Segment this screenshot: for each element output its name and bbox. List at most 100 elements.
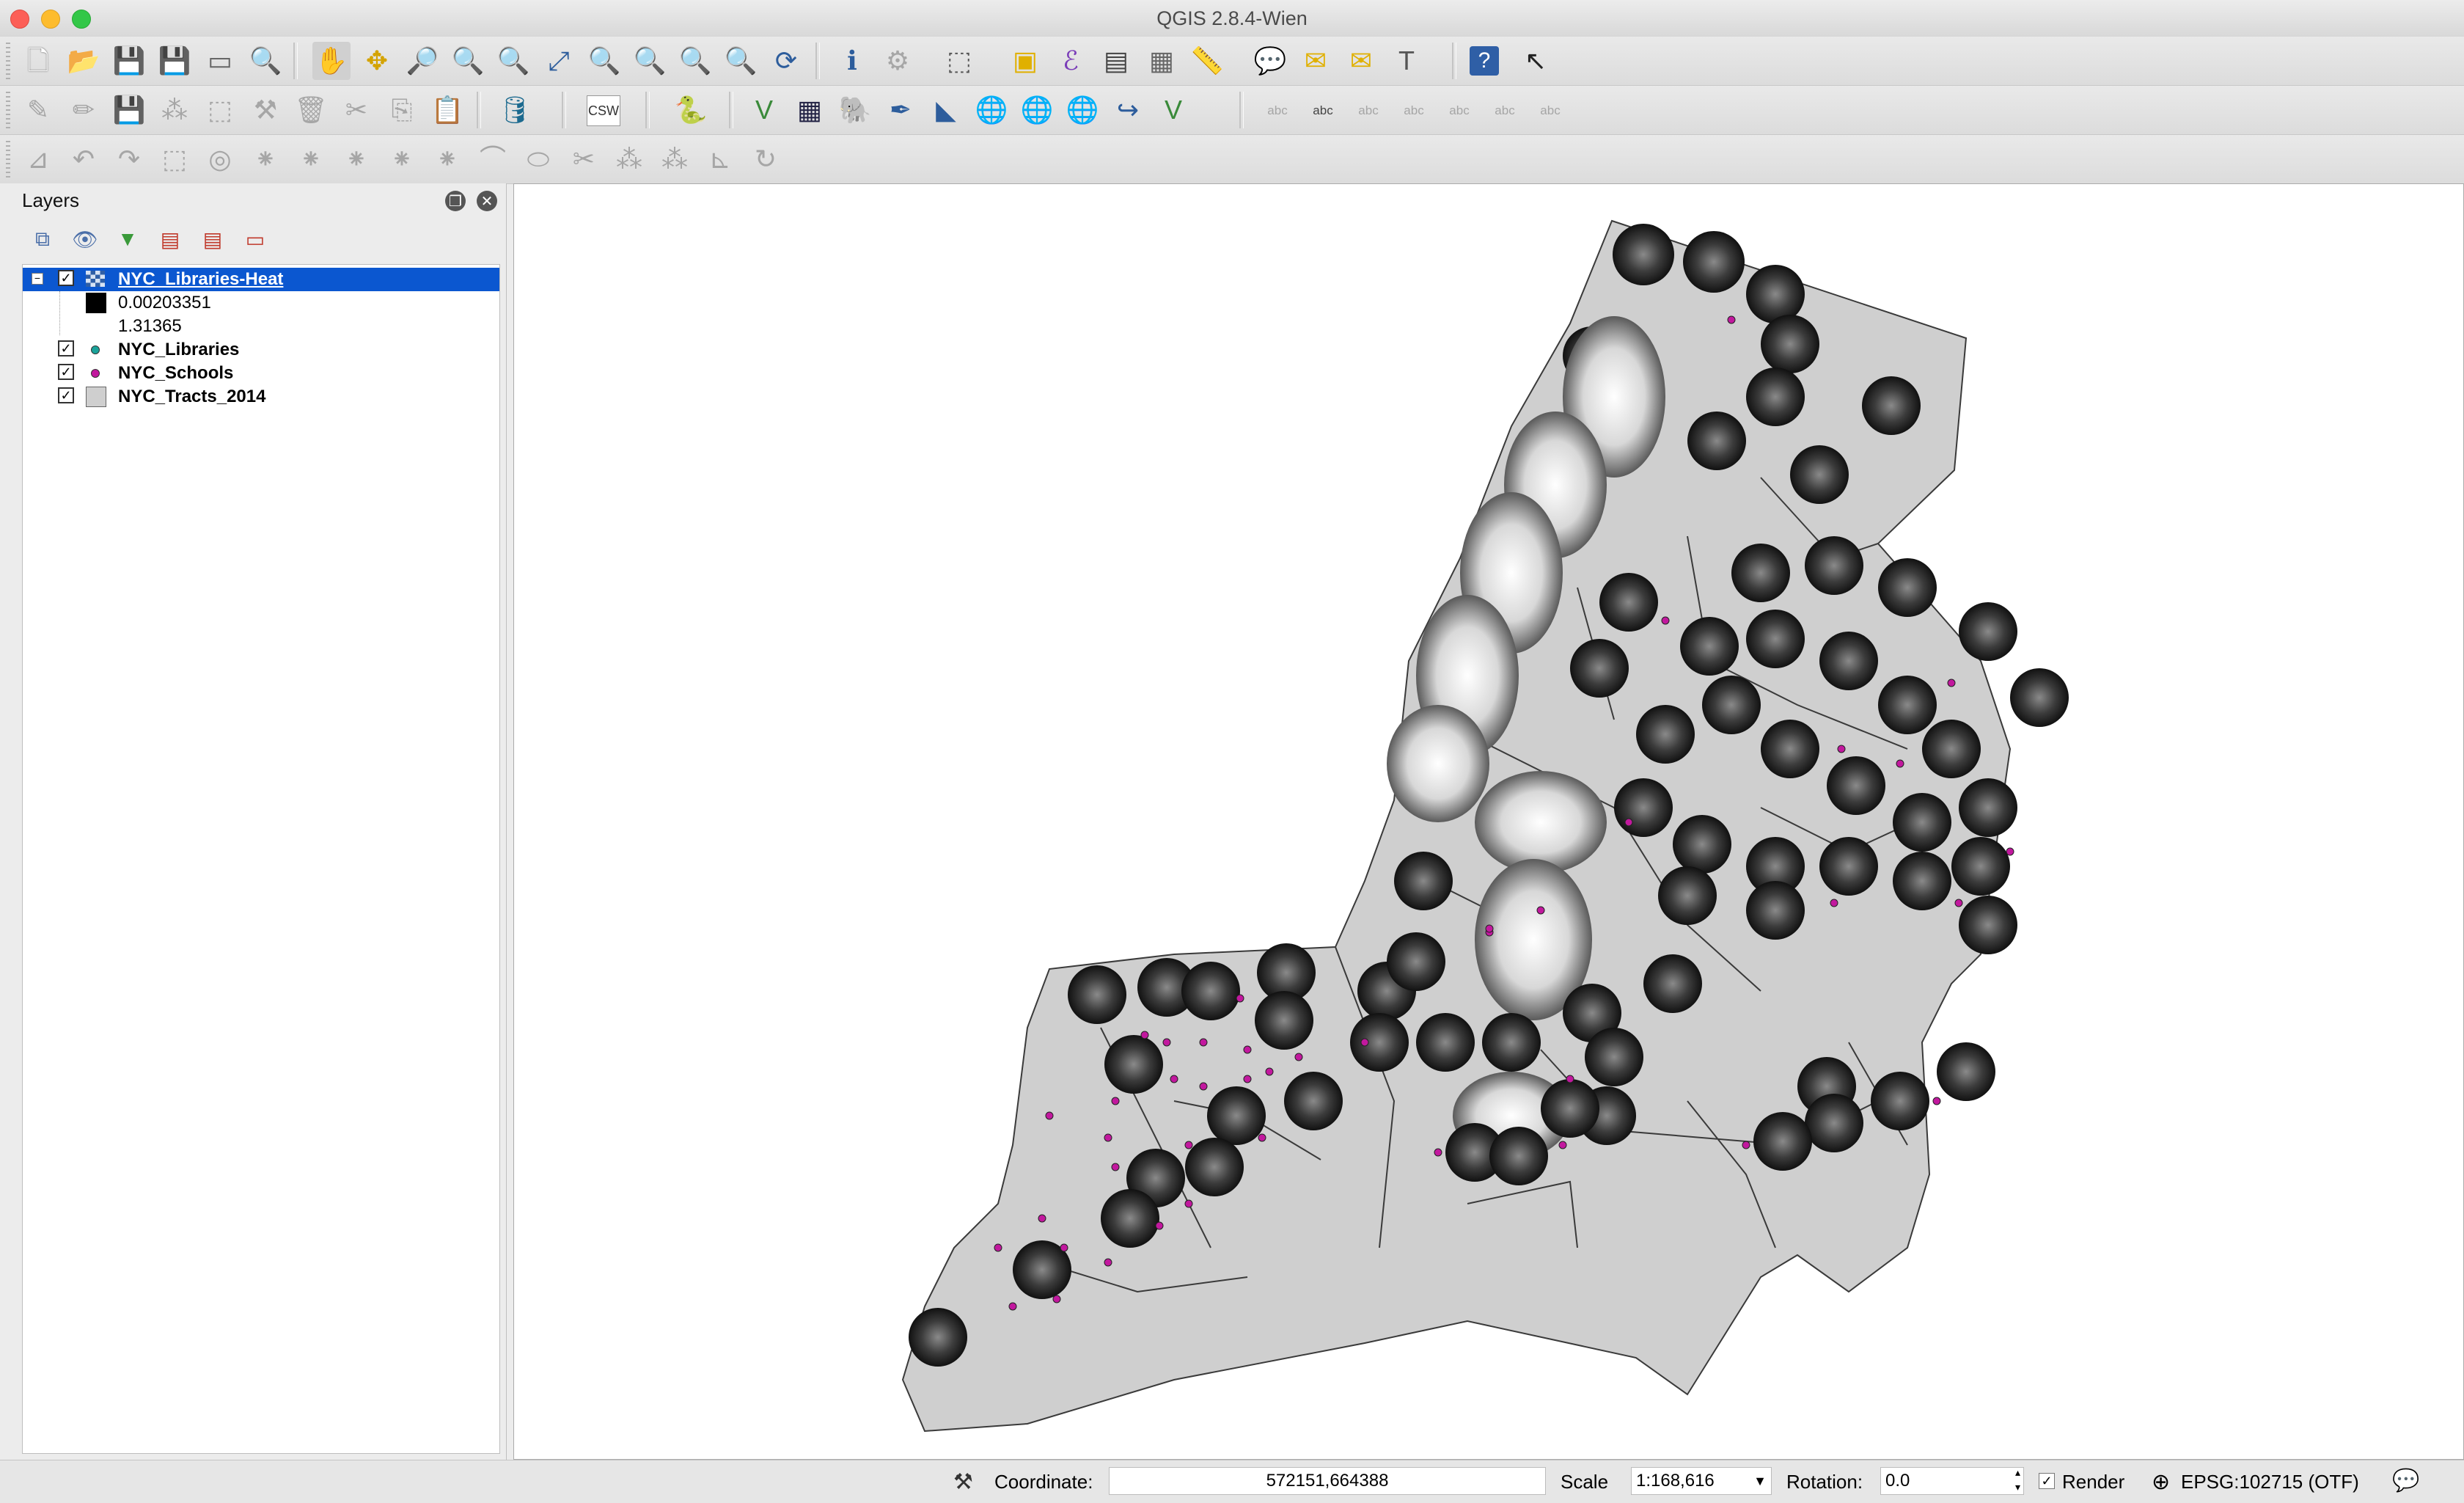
split-parts-icon[interactable]: ✂ [565,140,603,178]
pan-icon[interactable]: ✋ [312,42,351,80]
add-mssql-layer-icon[interactable]: ◣ [927,91,965,129]
layer-row-schools[interactable]: ✓ NYC_Schools [23,362,499,385]
add-raster-layer-icon[interactable]: ▦ [791,91,829,129]
reshape-features-icon[interactable]: ⁕ [428,140,466,178]
cut-features-icon[interactable]: ✂ [337,91,375,129]
csw-button[interactable]: CSW [587,95,620,126]
messages-toggle-icon[interactable]: ⚒ [953,1469,973,1495]
toolbar-grip[interactable] [6,141,10,178]
map-canvas[interactable] [513,183,2464,1460]
save-project-icon[interactable]: 💾 [110,42,148,80]
refresh-icon[interactable]: ⟳ [767,42,805,80]
collapse-toggle[interactable]: − [32,273,43,285]
add-wms-layer-icon[interactable]: 🌐 [1018,91,1056,129]
layer-visibility-checkbox[interactable]: ✓ [58,340,74,356]
paste-features-icon[interactable]: 📋 [428,91,466,129]
redo-icon[interactable]: ↷ [110,140,148,178]
merge-features-icon[interactable]: ⁂ [610,140,648,178]
copy-features-icon[interactable]: ⎘ [383,91,421,129]
spinner-arrows-icon[interactable]: ▴ ▾ [2015,1465,2020,1494]
fill-ring-icon[interactable]: ⁕ [292,140,330,178]
add-oracle-layer-icon[interactable]: 🌐 [972,91,1011,129]
coordinate-field[interactable]: 572151,664388 [1109,1467,1546,1495]
identify-icon[interactable]: ℹ [833,42,871,80]
help-icon[interactable]: ? [1470,46,1499,76]
map-tips-icon[interactable]: 💬 [1251,42,1289,80]
add-spatialite-layer-icon[interactable]: ✒ [881,91,920,129]
pin-labels-icon[interactable]: abc [1349,91,1387,129]
remove-layer-icon[interactable]: ▭ [241,224,270,254]
rotate-feature-icon[interactable]: ↻ [747,140,785,178]
new-print-composer-icon[interactable]: ▭ [201,42,239,80]
action-icon[interactable]: ⚙ [879,42,917,80]
composer-manager-icon[interactable]: 🔍 [246,42,285,80]
zoom-out-icon[interactable]: 🔍 [449,42,487,80]
rotation-spinbox[interactable]: 0.0 ▴ ▾ [1880,1465,2024,1495]
undo-icon[interactable]: ↶ [65,140,103,178]
layer-visibility-checkbox[interactable]: ✓ [58,387,74,403]
filter-legend-icon[interactable]: ▼ [113,224,142,254]
float-panel-icon[interactable]: ❐ [445,191,466,211]
merge-attributes-icon[interactable]: ⁂ [656,140,694,178]
current-edits-icon[interactable]: ✏ [65,91,103,129]
zoom-to-selection-icon[interactable]: 🔍 [585,42,623,80]
whats-this-icon[interactable]: ↖ [1517,42,1555,80]
add-feature-icon[interactable]: ⁂ [155,91,194,129]
delete-part-icon[interactable]: ⁕ [383,140,421,178]
manage-visibility-icon[interactable]: 👁 [70,224,100,254]
open-project-icon[interactable]: 📂 [65,42,103,80]
move-feature-icon[interactable]: ⬚ [201,91,239,129]
layer-visibility-checkbox[interactable]: ✓ [58,364,74,380]
add-part-icon[interactable]: ⁕ [246,140,285,178]
digitize-icon[interactable]: ⊿ [19,140,57,178]
text-annotation-icon[interactable]: T [1387,42,1426,80]
save-as-icon[interactable]: 💾 [155,42,194,80]
deselect-icon[interactable]: ▣ [1006,42,1044,80]
rotate-label-icon[interactable]: abc [1486,91,1524,129]
scale-combo[interactable]: 1:168,616 ▼ [1631,1467,1772,1495]
python-console-icon[interactable]: 🐍 [672,91,710,129]
map-rendering[interactable] [514,184,2463,1459]
new-bookmark-icon[interactable]: ✉ [1297,42,1335,80]
field-calculator-icon[interactable]: ℰ [1052,42,1090,80]
chevron-down-icon[interactable]: ▼ [1753,1468,1767,1494]
show-hide-labels-icon[interactable]: abc [1395,91,1433,129]
new-project-icon[interactable]: 🗋 [19,42,57,80]
expand-all-icon[interactable]: ▤ [155,224,185,254]
globe-icon[interactable]: ⊕ [2152,1469,2170,1495]
layer-row-libraries[interactable]: ✓ NYC_Libraries [23,338,499,362]
zoom-native-icon[interactable]: 🔍 [494,42,532,80]
show-bookmarks-icon[interactable]: ✉ [1342,42,1380,80]
statistics-icon[interactable]: ▦ [1143,42,1181,80]
zoom-full-icon[interactable]: ⤢ [540,42,578,80]
close-panel-icon[interactable]: ✕ [477,191,497,211]
layer-visibility-checkbox[interactable]: ✓ [58,270,74,286]
collapse-all-icon[interactable]: ▤ [198,224,227,254]
layer-labeling-icon[interactable]: abc [1304,91,1342,129]
add-vector-layer-icon[interactable]: V [745,91,783,129]
offset-curve-icon[interactable]: ⌒ [474,140,512,178]
rotate-point-symbols-icon[interactable]: ⊾ [701,140,739,178]
toolbar-grip[interactable] [6,43,10,79]
node-tool-icon[interactable]: ⚒ [246,91,285,129]
change-label-icon[interactable]: abc [1531,91,1569,129]
delete-ring-icon[interactable]: ⁕ [337,140,375,178]
crs-label[interactable]: EPSG:102715 (OTF) [2181,1471,2359,1493]
message-log-icon[interactable]: 💬 [2392,1468,2419,1493]
add-postgis-layer-icon[interactable]: 🐘 [836,91,874,129]
zoom-to-layer-icon[interactable]: 🔍 [631,42,669,80]
select-icon[interactable]: ⬚ [940,42,978,80]
layer-row-libraries-heat[interactable]: − ✓ NYC_Libraries-Heat [23,268,499,291]
zoom-last-icon[interactable]: 🔍 [676,42,714,80]
attribute-table-icon[interactable]: ▤ [1097,42,1135,80]
zoom-in-icon[interactable]: 🔎 [403,42,441,80]
pan-to-selection-icon[interactable]: ✥ [358,42,396,80]
zoom-next-icon[interactable]: 🔍 [722,42,760,80]
add-wcs-layer-icon[interactable]: 🌐 [1063,91,1101,129]
toolbar-grip[interactable] [6,92,10,128]
db-manager-icon[interactable]: 🛢 [496,91,534,129]
add-wfs-layer-icon[interactable]: ↪ [1109,91,1147,129]
add-ring-icon[interactable]: ◎ [201,140,239,178]
measure-icon[interactable]: 📏 [1188,42,1226,80]
delete-selected-icon[interactable]: 🗑 [292,91,330,129]
